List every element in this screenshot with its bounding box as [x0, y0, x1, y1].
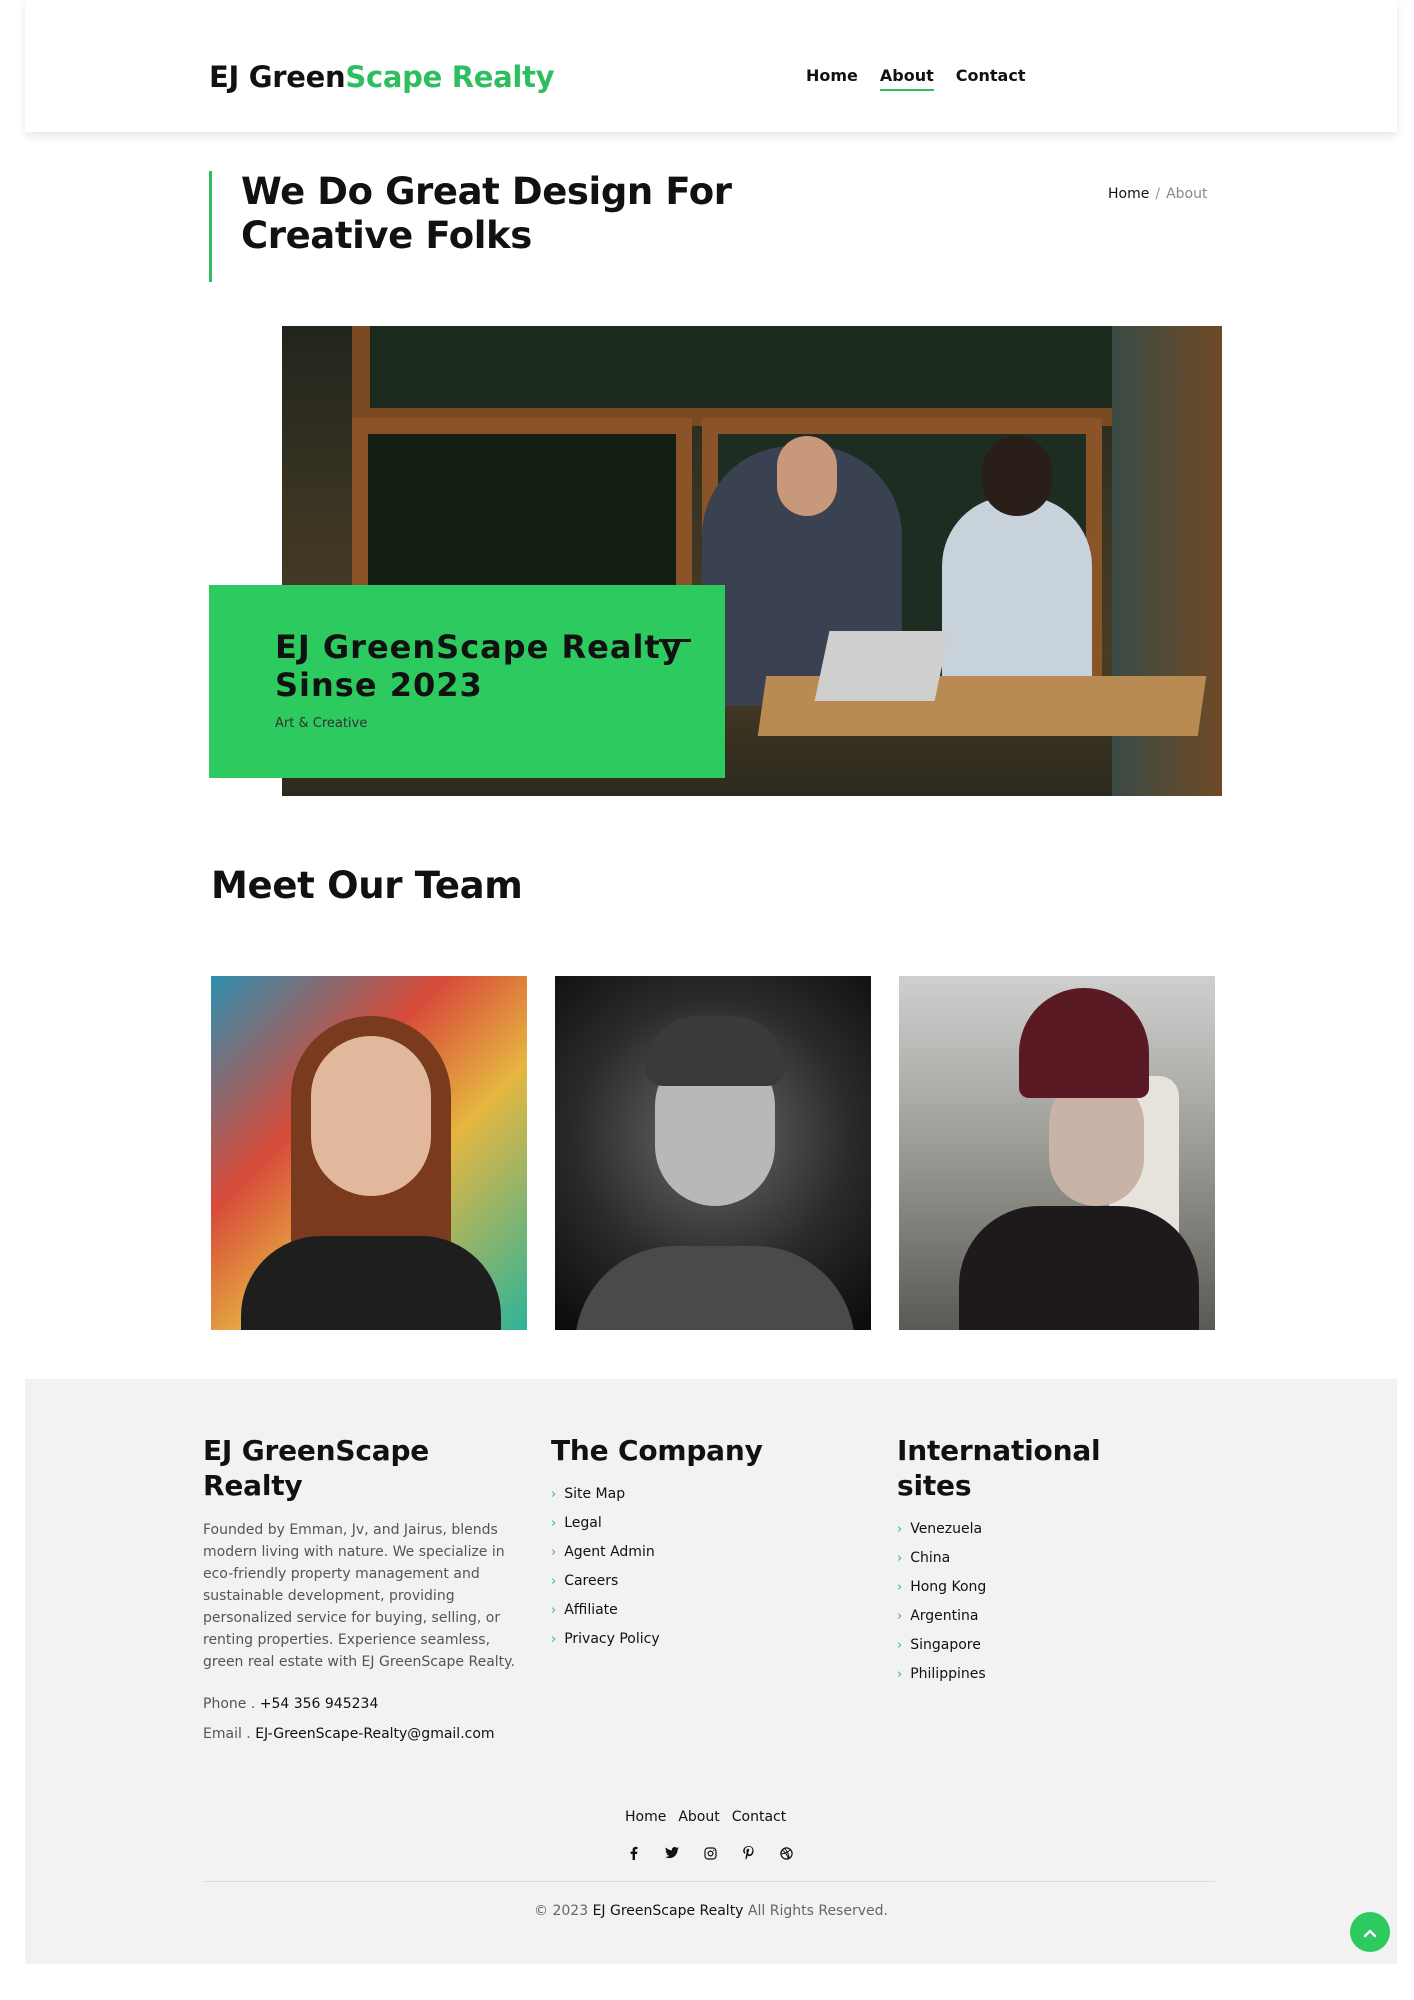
logo-text-part2: Scape Realty — [345, 60, 555, 94]
team-member-photo — [899, 976, 1215, 1330]
footer-about-text: Founded by Emman, Jv, and Jairus, blends… — [203, 1522, 515, 1670]
title-accent-bar — [209, 171, 212, 282]
footer-link[interactable]: › Venezuela — [897, 1515, 1197, 1544]
footer-international-links: › Venezuela › China › Hong Kong › Argentina … — [897, 1515, 1197, 1689]
chevron-right-icon: › — [897, 1638, 903, 1653]
footer-nav: Home About Contact — [625, 1809, 786, 1825]
nav-home[interactable]: Home — [806, 66, 858, 91]
footer-link[interactable]: › Legal — [551, 1509, 851, 1538]
phone-value[interactable]: +54 356 945234 — [260, 1696, 379, 1712]
site-footer: EJ GreenScape Realty Founded by Emman, J… — [25, 1379, 1397, 1964]
team-member-photo — [211, 976, 527, 1330]
copyright: © 2023 EJ GreenScape Realty All Rights R… — [25, 1903, 1397, 1919]
breadcrumb-current: About — [1166, 186, 1208, 202]
footer-international-heading: International sites — [897, 1434, 1101, 1502]
footer-nav-home[interactable]: Home — [625, 1809, 666, 1825]
footer-link[interactable]: › Site Map — [551, 1480, 851, 1509]
chevron-right-icon: › — [551, 1603, 557, 1618]
phone-label: Phone . — [203, 1696, 256, 1712]
footer-link[interactable]: › Singapore — [897, 1631, 1197, 1660]
instagram-icon[interactable] — [701, 1844, 719, 1862]
chevron-right-icon: › — [551, 1574, 557, 1589]
footer-about: EJ GreenScape Realty Founded by Emman, J… — [203, 1433, 523, 1749]
chevron-up-icon — [1363, 1923, 1377, 1942]
chevron-right-icon: › — [551, 1516, 557, 1531]
hero-card-title: EJ GreenScape Realty Sinse 2023 — [275, 628, 683, 704]
email-label: Email . — [203, 1726, 251, 1742]
footer-link[interactable]: › Agent Admin — [551, 1538, 851, 1567]
chevron-right-icon: › — [551, 1487, 557, 1502]
footer-company: The Company › Site Map › Legal › Agent Admi… — [551, 1433, 851, 1654]
breadcrumb-home[interactable]: Home — [1108, 186, 1149, 202]
main-nav: Home About Contact — [806, 66, 1025, 91]
chevron-right-icon: › — [551, 1632, 557, 1647]
footer-divider — [203, 1881, 1215, 1882]
email-value[interactable]: EJ-GreenScape-Realty@gmail.com — [255, 1726, 494, 1742]
scroll-to-top-button[interactable] — [1350, 1912, 1390, 1952]
footer-nav-about[interactable]: About — [678, 1809, 719, 1825]
footer-link[interactable]: › Hong Kong — [897, 1573, 1197, 1602]
social-links — [625, 1844, 795, 1862]
footer-link[interactable]: › Philippines — [897, 1660, 1197, 1689]
footer-nav-contact[interactable]: Contact — [732, 1809, 786, 1825]
footer-link[interactable]: › Argentina — [897, 1602, 1197, 1631]
footer-international: International sites › Venezuela › China › H… — [897, 1433, 1197, 1689]
footer-about-heading: EJ GreenScape Realty — [203, 1434, 430, 1502]
dribbble-icon[interactable] — [777, 1844, 795, 1862]
footer-contact: Phone . +54 356 945234 Email . EJ-GreenS… — [203, 1689, 523, 1749]
logo-text-part1: EJ Green — [209, 60, 346, 94]
chevron-right-icon: › — [897, 1609, 903, 1624]
page-title: We Do Great Design For Creative Folks — [241, 170, 732, 257]
pinterest-icon[interactable] — [739, 1844, 757, 1862]
hero-card: EJ GreenScape Realty Sinse 2023 Art & Cr… — [209, 585, 725, 778]
chevron-right-icon: › — [551, 1545, 557, 1560]
breadcrumb-separator: / — [1155, 186, 1161, 202]
footer-link[interactable]: › China — [897, 1544, 1197, 1573]
nav-about[interactable]: About — [879, 66, 934, 91]
breadcrumb: Home / About — [1108, 186, 1207, 202]
site-header: EJ GreenScape Realty Home About Contact — [25, 0, 1397, 132]
chevron-right-icon: › — [897, 1551, 903, 1566]
footer-link[interactable]: › Affiliate — [551, 1596, 851, 1625]
copyright-prefix: © 2023 — [534, 1903, 589, 1919]
facebook-icon[interactable] — [625, 1844, 643, 1862]
chevron-right-icon: › — [897, 1580, 903, 1595]
nav-contact[interactable]: Contact — [956, 66, 1026, 91]
footer-link[interactable]: › Careers — [551, 1567, 851, 1596]
copyright-suffix: All Rights Reserved. — [747, 1903, 888, 1919]
twitter-icon[interactable] — [663, 1844, 681, 1862]
footer-company-heading: The Company — [551, 1434, 763, 1467]
team-member-photo — [555, 976, 871, 1330]
footer-link[interactable]: › Privacy Policy — [551, 1625, 851, 1654]
chevron-right-icon: › — [897, 1522, 903, 1537]
copyright-brand: EJ GreenScape Realty — [592, 1903, 744, 1919]
hero-card-subtitle: Art & Creative — [275, 716, 368, 731]
logo[interactable]: EJ GreenScape Realty — [209, 60, 555, 94]
hero-card-dash — [659, 639, 691, 642]
chevron-right-icon: › — [897, 1667, 903, 1682]
footer-company-links: › Site Map › Legal › Agent Admin › Careers ›… — [551, 1480, 851, 1654]
team-heading: Meet Our Team — [211, 864, 523, 907]
